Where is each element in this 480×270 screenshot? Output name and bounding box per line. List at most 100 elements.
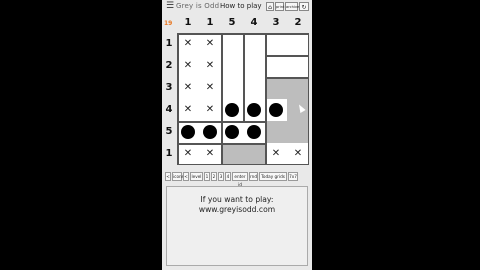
bottom-toolbar: < icons < level 1 2 3 4 enter id rnd Today grids 7x… <box>165 172 310 187</box>
filled-dot-icon <box>247 125 261 139</box>
grid-cell[interactable]: ✕ <box>199 77 221 99</box>
grid-cell[interactable] <box>221 77 243 99</box>
cross-mark-icon: ✕ <box>183 148 193 159</box>
toolbar-button[interactable]: level <box>190 172 203 181</box>
grid-cell[interactable] <box>265 99 287 121</box>
row-clue: 3 <box>165 82 173 93</box>
info-url[interactable]: www.greyisodd.com <box>167 205 307 214</box>
column-clue: 1 <box>206 17 214 28</box>
row-clue: 2 <box>165 60 173 71</box>
hamburger-menu-icon[interactable]: ☰ <box>166 1 174 11</box>
row-clue: 1 <box>165 148 173 159</box>
cross-mark-icon: ✕ <box>205 104 215 115</box>
cross-mark-icon: ✕ <box>271 148 281 159</box>
grid-cell[interactable]: ✕ <box>199 99 221 121</box>
column-clue: 1 <box>184 17 192 28</box>
grid-cell[interactable] <box>243 55 265 77</box>
grid-cell[interactable] <box>221 99 243 121</box>
toolbar-button[interactable]: < <box>165 172 171 181</box>
grid-cell[interactable] <box>243 99 265 121</box>
grid-cell[interactable] <box>265 121 287 143</box>
info-panel: If you want to play: www.greyisodd.com <box>166 186 308 266</box>
cross-mark-icon: ✕ <box>183 82 193 93</box>
column-clue: 5 <box>228 17 236 28</box>
grid-cell[interactable] <box>243 33 265 55</box>
grid-cell[interactable]: ✕ <box>287 143 309 165</box>
toolbar-button[interactable]: 1 <box>204 172 210 181</box>
region-border <box>221 143 223 165</box>
cross-mark-icon: ✕ <box>205 82 215 93</box>
grid-cell[interactable] <box>265 55 287 77</box>
info-line-1: If you want to play: <box>200 195 274 204</box>
grid-cell[interactable] <box>243 77 265 99</box>
grid-cell[interactable] <box>243 121 265 143</box>
cross-mark-icon: ✕ <box>183 38 193 49</box>
home-icon[interactable]: ⌂ <box>266 2 274 11</box>
cross-mark-icon: ✕ <box>205 148 215 159</box>
grid-cell[interactable] <box>287 121 309 143</box>
region-border <box>265 77 309 79</box>
toolbar-button[interactable]: 7x7 <box>288 172 298 181</box>
print-button[interactable]: print <box>275 2 284 11</box>
cross-mark-icon: ✕ <box>293 148 303 159</box>
grid-cell[interactable] <box>221 55 243 77</box>
filled-dot-icon <box>225 103 239 117</box>
filled-dot-icon <box>269 103 283 117</box>
filled-dot-icon <box>203 125 217 139</box>
grid-cell[interactable]: ✕ <box>199 55 221 77</box>
cross-mark-icon: ✕ <box>183 104 193 115</box>
region-border <box>265 33 267 165</box>
row-clue: 4 <box>165 104 173 115</box>
cross-mark-icon: ✕ <box>205 38 215 49</box>
region-border <box>177 121 265 123</box>
grid-cell[interactable] <box>221 33 243 55</box>
grid-cell[interactable]: ✕ <box>199 33 221 55</box>
toolbar-button[interactable]: enter id <box>232 172 248 187</box>
grid-cell[interactable] <box>265 33 287 55</box>
how-to-play-link[interactable]: How to play <box>220 2 262 10</box>
filled-dot-icon <box>181 125 195 139</box>
grid-cell[interactable] <box>177 121 199 143</box>
grid-cell[interactable] <box>221 143 243 165</box>
grid-cell[interactable]: ✕ <box>177 143 199 165</box>
region-border <box>307 33 309 165</box>
grid-cell[interactable]: ✕ <box>177 77 199 99</box>
grid-cell[interactable]: ✕ <box>177 99 199 121</box>
toolbar-button[interactable]: 4 <box>225 172 231 181</box>
app-title: Grey is Odd <box>176 2 220 10</box>
grid-cell[interactable] <box>265 77 287 99</box>
toolbar-button[interactable]: < <box>183 172 189 181</box>
region-border <box>265 55 309 57</box>
column-clue: 4 <box>250 17 258 28</box>
game-app: ☰ Grey is Odd How to play ⌂ print archiv… <box>162 0 312 270</box>
archive-button[interactable]: archive <box>285 2 299 11</box>
grid-cell[interactable] <box>287 33 309 55</box>
region-border <box>243 33 245 121</box>
grid-cell[interactable] <box>287 55 309 77</box>
region-border <box>177 163 309 165</box>
grid-cell[interactable]: ✕ <box>265 143 287 165</box>
toolbar-button[interactable]: icons <box>172 172 184 181</box>
filled-dot-icon <box>225 125 239 139</box>
puzzle-number: 19 <box>164 20 173 27</box>
grid-cell[interactable] <box>243 143 265 165</box>
region-border <box>177 33 179 165</box>
toolbar-button[interactable]: 3 <box>218 172 224 181</box>
cross-mark-icon: ✕ <box>205 60 215 71</box>
refresh-icon[interactable]: ↻ <box>299 2 309 11</box>
grid-cell[interactable] <box>287 77 309 99</box>
toolbar-button[interactable]: Today grids <box>259 172 287 181</box>
grid-cell[interactable]: ✕ <box>177 33 199 55</box>
column-clue: 3 <box>272 17 280 28</box>
cross-mark-icon: ✕ <box>183 60 193 71</box>
toolbar-button[interactable]: 2 <box>211 172 217 181</box>
grid-cell[interactable]: ✕ <box>199 143 221 165</box>
grid-cell[interactable] <box>199 121 221 143</box>
filled-dot-icon <box>247 103 261 117</box>
region-border <box>221 33 223 143</box>
row-clue: 5 <box>165 126 173 137</box>
toolbar-button[interactable]: rnd <box>249 172 258 181</box>
grid-cell[interactable] <box>221 121 243 143</box>
puzzle-grid: ✕ ✕ ✕ ✕ ✕ ✕ ✕ ✕ ✕ ✕ ✕ ✕ <box>177 33 309 165</box>
grid-cell[interactable]: ✕ <box>177 55 199 77</box>
